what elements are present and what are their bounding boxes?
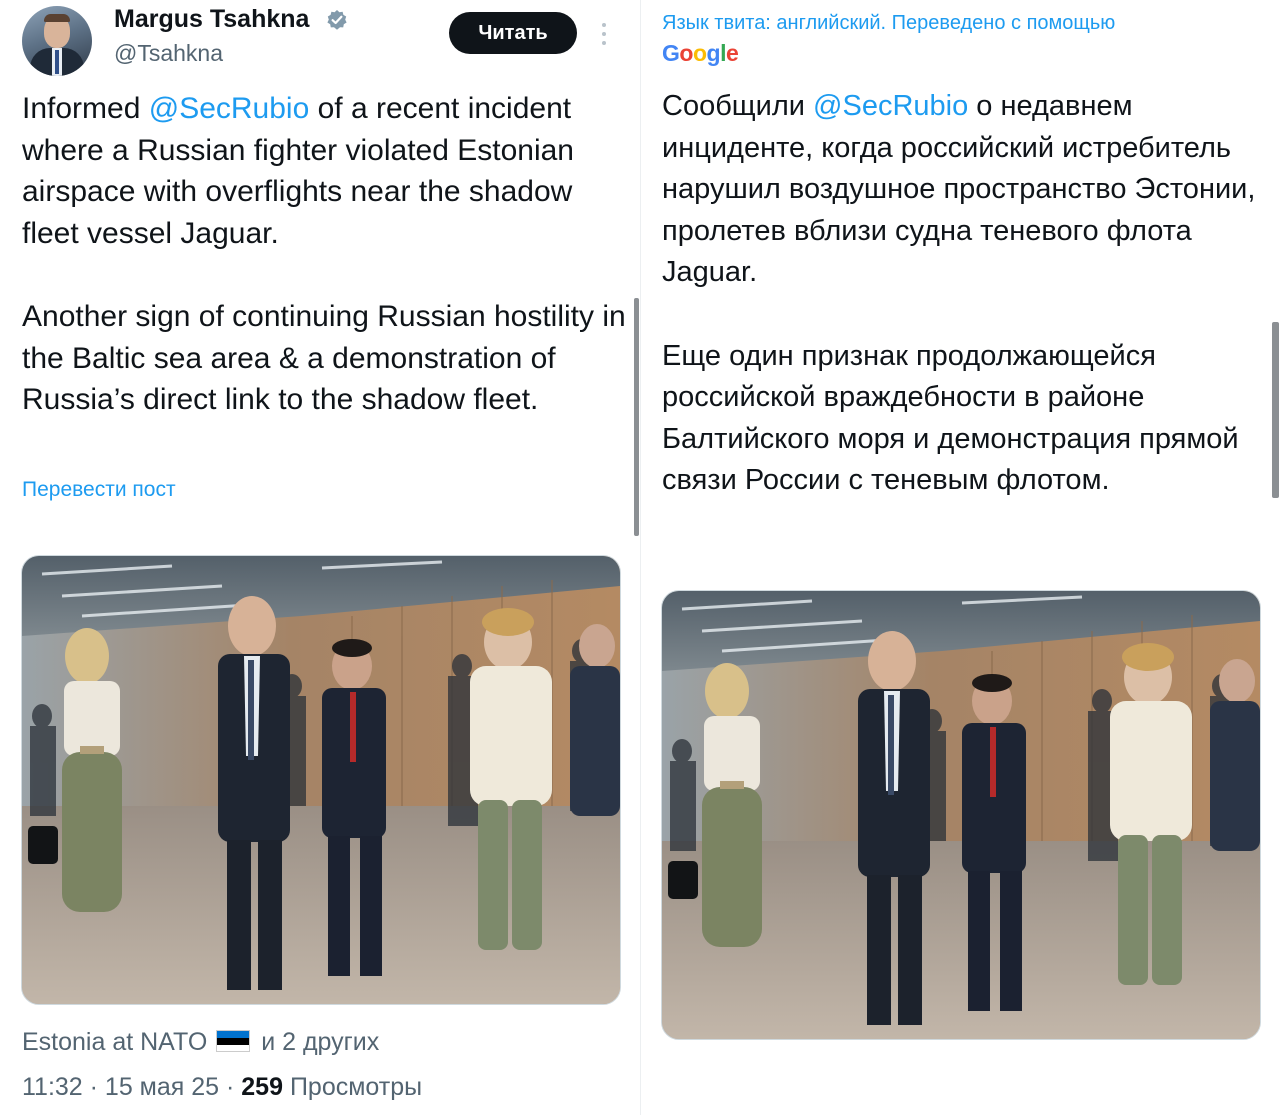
views-label: Просмотры bbox=[283, 1073, 423, 1101]
more-options-icon[interactable] bbox=[596, 20, 612, 48]
tweet-photo[interactable] bbox=[661, 590, 1261, 1040]
tagged-account-name[interactable]: Estonia at NATO bbox=[22, 1028, 207, 1056]
estonia-flag-icon bbox=[216, 1030, 251, 1053]
verified-badge-icon bbox=[327, 10, 347, 30]
tweet-photo-image bbox=[662, 591, 1260, 1039]
translated-text-paragraph-2: Еще один признак продолжающейся российск… bbox=[662, 339, 1247, 497]
google-logo: Google bbox=[662, 40, 739, 66]
tagged-others[interactable]: и 2 других bbox=[261, 1028, 379, 1056]
translated-text: Сообщили @SecRubio о недавнем инциденте,… bbox=[662, 86, 1262, 502]
author-name[interactable]: Margus Tsahkna bbox=[114, 5, 309, 34]
views-count: 259 bbox=[241, 1073, 283, 1101]
timestamp[interactable]: 11:32 · 15 мая 25 · bbox=[22, 1073, 241, 1101]
translated-text-part: Сообщили bbox=[662, 90, 814, 122]
mention-link[interactable]: @SecRubio bbox=[813, 90, 968, 122]
tweet-photo[interactable] bbox=[21, 555, 621, 1005]
translation-note: Язык твита: английский. Переведено с пом… bbox=[662, 12, 1116, 34]
mention-link[interactable]: @SecRubio bbox=[149, 92, 310, 125]
follow-button[interactable]: Читать bbox=[449, 12, 577, 54]
scrollbar[interactable] bbox=[1272, 322, 1279, 498]
tagged-accounts[interactable]: Estonia at NATO и 2 других bbox=[22, 1028, 379, 1057]
author-handle[interactable]: @Tsahkna bbox=[114, 40, 223, 67]
translate-post-link[interactable]: Перевести пост bbox=[22, 478, 176, 502]
tweet-text-paragraph-2: Another sign of continuing Russian hosti… bbox=[22, 299, 635, 417]
original-tweet-panel: Margus Tsahkna @Tsahkna Читать Informed … bbox=[0, 0, 640, 1115]
tweet-meta: 11:32 · 15 мая 25 · 259 Просмотры bbox=[22, 1073, 422, 1102]
tweet-text: Informed @SecRubio of a recent incident … bbox=[22, 88, 632, 421]
avatar[interactable] bbox=[22, 6, 92, 76]
scrollbar[interactable] bbox=[634, 298, 639, 536]
tweet-text-part: Informed bbox=[22, 92, 149, 125]
tweet-photo-image bbox=[22, 556, 620, 1004]
